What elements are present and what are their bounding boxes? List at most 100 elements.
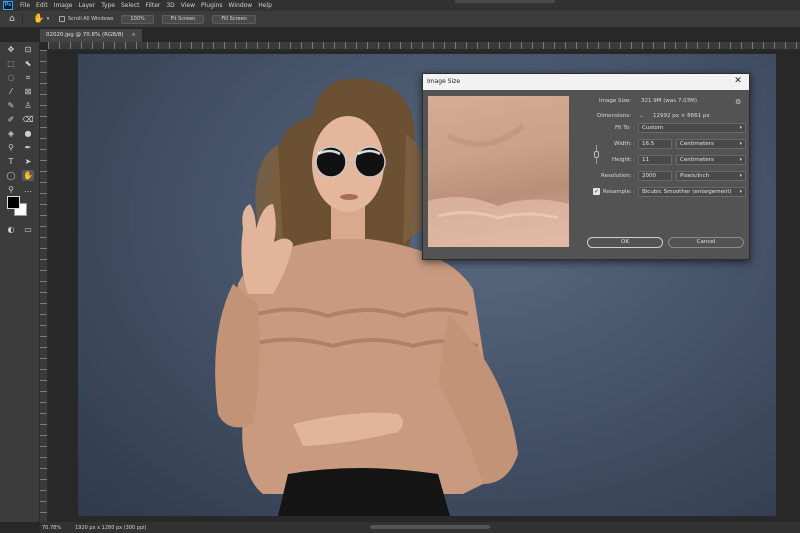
height-unit-value: Centimeters	[680, 157, 714, 163]
fit-to-dropdown[interactable]: Custom ▾	[638, 123, 746, 133]
close-tab-icon[interactable]: ×	[131, 32, 136, 38]
eyedropper-tool-icon[interactable]: ⁄	[5, 86, 17, 97]
lasso-tool-icon[interactable]: ◌	[5, 72, 17, 83]
preview-zoomed-fabric	[428, 123, 569, 247]
pen-tool-icon[interactable]: ✒	[22, 142, 34, 153]
marquee-tool-icon[interactable]: ⬚	[5, 58, 17, 69]
chevron-down-icon[interactable]: ▾	[45, 13, 51, 25]
eraser-tool-icon[interactable]: ⌫	[22, 114, 34, 125]
close-icon[interactable]: ✕	[732, 75, 744, 87]
dimensions-label: Dimensions:	[597, 113, 631, 119]
menu-file[interactable]: File	[17, 2, 33, 9]
hand-tool-active-icon[interactable]: ✋	[22, 170, 34, 181]
resolution-label: Resolution:	[601, 173, 632, 179]
artboard-tool-icon[interactable]: ⊡	[22, 44, 34, 55]
dropdown-arrow-icon: ▾	[739, 189, 742, 195]
document-tab-bar: 02020.jpg @ 70.8% (RGB/8) ×	[40, 29, 800, 42]
width-unit-dropdown[interactable]: Centimeters ▾	[676, 139, 746, 149]
crop-tool-icon[interactable]: ⌗	[22, 72, 34, 83]
menu-edit[interactable]: Edit	[33, 2, 51, 9]
menu-help[interactable]: Help	[255, 2, 275, 9]
zoom-100-button[interactable]: 100%	[121, 14, 154, 24]
image-size-label: Image Size:	[599, 98, 632, 104]
scroll-all-windows-label: Scroll All Windows	[68, 16, 114, 22]
dimensions-value: 12992 px × 8661 px	[653, 113, 710, 119]
vertical-ruler[interactable]	[40, 50, 48, 522]
window-title-strip	[455, 0, 555, 3]
ok-button[interactable]: OK	[587, 237, 663, 248]
height-input[interactable]: 11	[638, 155, 672, 165]
resolution-unit-dropdown[interactable]: Pixels/Inch ▾	[676, 171, 746, 181]
dialog-title: Image Size	[427, 78, 461, 85]
menu-image[interactable]: Image	[51, 2, 76, 9]
quick-mask-icon[interactable]: ◐	[5, 224, 17, 235]
type-tool-icon[interactable]: T	[5, 156, 17, 167]
width-unit-value: Centimeters	[680, 141, 714, 147]
dropdown-arrow-icon: ▾	[739, 125, 742, 131]
menu-plugins[interactable]: Plugins	[198, 2, 226, 9]
status-document-info[interactable]: 1920 px x 1280 px (300 ppi)	[75, 525, 146, 531]
resample-checkbox[interactable]: ✓	[593, 188, 600, 195]
menu-filter[interactable]: Filter	[143, 2, 164, 9]
left-sleeve-shape	[215, 284, 260, 428]
link-icon[interactable]	[594, 151, 599, 158]
hand-tool-icon[interactable]: ✋	[33, 13, 45, 25]
menu-3d[interactable]: 3D	[163, 2, 177, 9]
frame-tool-icon[interactable]: ⊠	[22, 86, 34, 97]
menu-view[interactable]: View	[178, 2, 198, 9]
horizontal-scrollbar[interactable]	[370, 525, 490, 529]
document-tab[interactable]: 02020.jpg @ 70.8% (RGB/8) ×	[40, 29, 142, 42]
stamp-tool-icon[interactable]: ♙	[22, 100, 34, 111]
history-brush-tool-icon[interactable]: ✐	[5, 114, 17, 125]
dialog-title-bar[interactable]: Image Size ✕	[423, 74, 749, 90]
document-tab-label: 02020.jpg @ 70.8% (RGB/8)	[46, 32, 124, 38]
fit-screen-button[interactable]: Fit Screen	[161, 14, 205, 24]
photoshop-app: Ps File Edit Image Layer Type Select Fil…	[0, 0, 800, 533]
move-tool-icon[interactable]: ✥	[5, 44, 17, 55]
dodge-tool-icon[interactable]: ⚲	[5, 142, 17, 153]
gear-icon[interactable]: ⚙	[735, 98, 741, 106]
more-tools-icon[interactable]: …	[22, 184, 34, 195]
path-select-tool-icon[interactable]: ➤	[22, 156, 34, 167]
blur-tool-icon[interactable]: ●	[22, 128, 34, 139]
preview-ruffle-highlight	[428, 197, 569, 247]
ellipse-tool-icon[interactable]: ◯	[5, 170, 17, 181]
image-preview[interactable]	[428, 96, 569, 247]
brush-tool-icon[interactable]: ✎	[5, 100, 17, 111]
horizontal-ruler[interactable]	[48, 42, 800, 50]
chevron-down-icon[interactable]: ⌄	[639, 113, 644, 119]
menu-bar: Ps File Edit Image Layer Type Select Fil…	[0, 0, 800, 11]
dropdown-arrow-icon: ▾	[739, 173, 742, 179]
menu-type[interactable]: Type	[98, 2, 118, 9]
options-divider	[22, 14, 23, 24]
menu-layer[interactable]: Layer	[75, 2, 98, 9]
menu-select[interactable]: Select	[118, 2, 143, 9]
zoom-tool-icon[interactable]: ⚲	[5, 184, 17, 195]
scroll-all-windows-checkbox[interactable]	[59, 16, 65, 22]
preview-fabric-fold	[446, 123, 525, 147]
resolution-input[interactable]: 2000	[638, 171, 672, 181]
cancel-button[interactable]: Cancel	[668, 237, 744, 248]
resolution-unit-value: Pixels/Inch	[680, 173, 710, 179]
resample-value: Bicubic Smoother (enlargement)	[642, 189, 732, 195]
dropdown-arrow-icon: ▾	[739, 141, 742, 147]
fill-screen-button[interactable]: Fill Screen	[212, 14, 256, 24]
lips-shape	[340, 194, 358, 200]
object-select-tool-icon[interactable]: ⬉	[22, 58, 34, 69]
fit-to-value: Custom	[642, 125, 664, 131]
paint-bucket-tool-icon[interactable]: ◈	[5, 128, 17, 139]
resample-label: Resample:	[603, 189, 632, 195]
dropdown-arrow-icon: ▾	[739, 157, 742, 163]
resample-dropdown[interactable]: Bicubic Smoother (enlargement) ▾	[638, 187, 746, 197]
height-unit-dropdown[interactable]: Centimeters ▾	[676, 155, 746, 165]
skirt-shape	[278, 468, 450, 516]
status-zoom-level[interactable]: 70.78%	[42, 525, 61, 531]
width-input[interactable]: 16.5	[638, 139, 672, 149]
foreground-color-swatch[interactable]	[7, 196, 20, 209]
photoshop-logo-icon: Ps	[3, 1, 13, 10]
home-icon[interactable]: ⌂	[6, 13, 18, 25]
menu-window[interactable]: Window	[226, 2, 256, 9]
screen-mode-icon[interactable]: ▭	[22, 224, 34, 235]
height-label: Height:	[612, 157, 633, 163]
status-bar: 70.78% 1920 px x 1280 px (300 ppi)	[40, 522, 800, 533]
